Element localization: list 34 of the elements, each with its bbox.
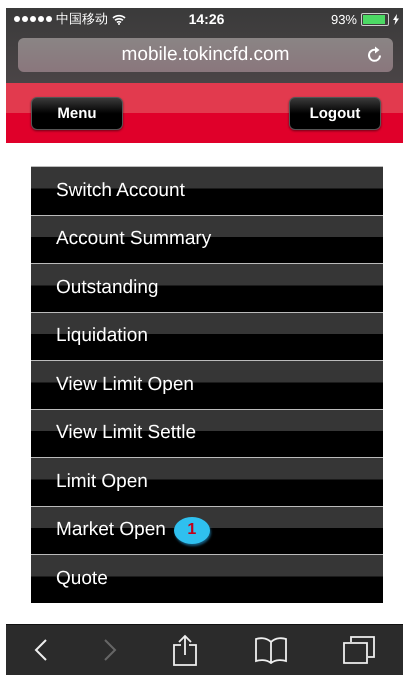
menu-item[interactable]: Account Summary — [31, 214, 383, 263]
menu-item-label: Quote — [56, 568, 108, 590]
share-icon[interactable] — [172, 634, 198, 666]
menu-item[interactable]: View Limit Settle — [31, 408, 383, 457]
signal-icon — [14, 16, 52, 22]
back-icon[interactable] — [34, 638, 48, 662]
tabs-icon[interactable] — [343, 636, 376, 664]
menu-item-label: View Limit Settle — [56, 422, 196, 444]
menu-item-label: Limit Open — [56, 470, 148, 493]
menu-item[interactable]: Quote — [31, 554, 383, 602]
menu-item-label: Market Open — [56, 519, 166, 542]
menu-item[interactable]: Liquidation — [31, 312, 383, 360]
count-badge: 1 — [174, 516, 210, 544]
charging-icon — [393, 14, 399, 24]
battery-icon — [361, 12, 389, 26]
menu-item[interactable]: Outstanding — [31, 263, 383, 312]
menu-button[interactable]: Menu — [31, 96, 123, 130]
menu-item-label: Outstanding — [56, 276, 158, 299]
menu-item-label: Account Summary — [56, 228, 212, 250]
menu-item[interactable]: View Limit Open — [31, 360, 383, 408]
carrier-name: 中国移动 — [56, 11, 108, 28]
logout-button[interactable]: Logout — [289, 96, 381, 130]
book-icon[interactable] — [254, 636, 288, 664]
clock-time: 14:26 — [188, 11, 224, 27]
menu-item[interactable]: Limit Open — [31, 457, 383, 506]
address-field[interactable]: mobile.tokincfd.com — [18, 38, 393, 72]
menu-item-label: View Limit Open — [56, 374, 194, 396]
menu-item-label: Switch Account — [56, 180, 185, 202]
wifi-icon — [112, 14, 126, 24]
reload-icon[interactable] — [367, 46, 383, 63]
menu-item[interactable]: Switch Account — [31, 166, 383, 214]
menu-item-label: Liquidation — [56, 325, 148, 348]
battery-percent: 93% — [330, 12, 357, 26]
menu-item[interactable]: Market Open 1 — [31, 506, 383, 554]
